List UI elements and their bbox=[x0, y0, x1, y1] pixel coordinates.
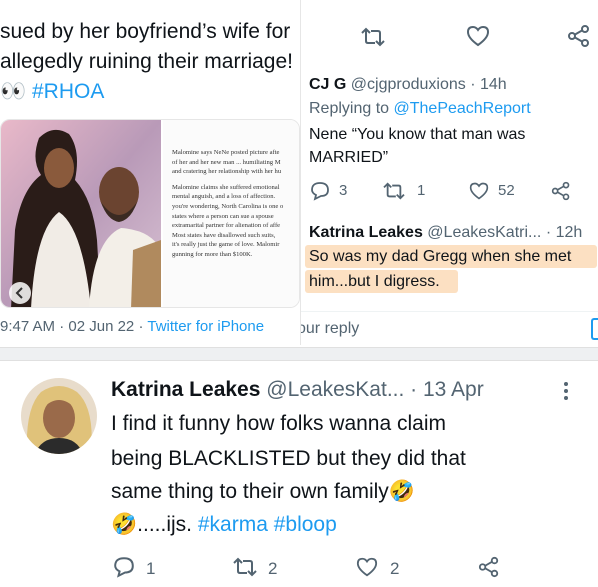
separator: · bbox=[59, 318, 65, 335]
retweet-icon[interactable] bbox=[383, 181, 405, 201]
like-count: 52 bbox=[498, 182, 515, 199]
tweet-text: .....ijs. bbox=[137, 513, 192, 536]
tweet-date[interactable]: 02 Jun 22 bbox=[68, 318, 134, 335]
eyes-emoji: 👀 bbox=[0, 80, 27, 103]
reply-header: Katrina Leakes @LeakesKatri... · 12h bbox=[309, 224, 582, 242]
reply-thread: CJ G @cjgproduxions · 14h Replying to @T… bbox=[300, 0, 598, 345]
tweet-text-line: I find it funny how folks wanna claim bbox=[111, 412, 446, 435]
author-name[interactable]: Katrina Leakes bbox=[111, 378, 260, 401]
tweet-text-line: same thing to their own family🤣 bbox=[111, 480, 415, 504]
article-excerpt: Malomine says NeNe posted picture afte o… bbox=[163, 120, 299, 307]
article-line: and cratering her relationship with her … bbox=[172, 168, 282, 176]
replying-to: Replying to @ThePeachReport bbox=[309, 100, 531, 118]
reply-icon[interactable] bbox=[310, 181, 330, 201]
article-line: it's really just the game of love. Malom… bbox=[172, 241, 280, 249]
article-line: mental anguish, and a loss of affection. bbox=[172, 193, 276, 201]
laughing-emoji: 🤣 bbox=[388, 480, 415, 503]
retweet-icon[interactable] bbox=[361, 26, 385, 48]
share-icon[interactable] bbox=[478, 556, 500, 578]
reply-icon[interactable] bbox=[113, 556, 135, 578]
retweet-count: 1 bbox=[417, 182, 426, 199]
tweet-text-line: 🤣.....ijs. #karma #bloop bbox=[111, 513, 337, 537]
separator: · bbox=[138, 318, 144, 335]
reply-text-line: So was my dad Gregg when she met bbox=[309, 248, 572, 265]
author-handle[interactable]: @LeakesKat... bbox=[266, 378, 404, 401]
reply-input-placeholder[interactable]: our reply bbox=[301, 320, 359, 338]
heart-icon[interactable] bbox=[466, 24, 490, 48]
tweet-text-line: 👀 #RHOA bbox=[0, 80, 104, 104]
article-line: states where a person can sue a spouse bbox=[172, 212, 274, 220]
author-name[interactable]: Katrina Leakes bbox=[309, 224, 423, 241]
reply-text-line: Nene “You know that man was bbox=[309, 126, 526, 143]
tweet-meta: 9:47 AM · 02 Jun 22 · Twitter for iPhone bbox=[0, 318, 264, 335]
article-line: Malomine says NeNe posted picture afte bbox=[172, 149, 280, 156]
reply-text-line: him...but I digress. bbox=[309, 273, 440, 290]
hashtag-link[interactable]: #bloop bbox=[274, 513, 337, 536]
article-line: Malomine claims she suffered emotional bbox=[172, 183, 280, 191]
reply-header: CJ G @cjgproduxions · 14h bbox=[309, 76, 507, 94]
article-paragraph: Malomine claims she suffered emotional m… bbox=[172, 183, 299, 260]
tweet-source-link[interactable]: Twitter for iPhone bbox=[147, 318, 264, 335]
hashtag-link[interactable]: #RHOA bbox=[32, 80, 104, 103]
author-handle[interactable]: @LeakesKatri... bbox=[427, 224, 541, 241]
reply-button-edge[interactable] bbox=[591, 318, 598, 340]
article-line: Most states have disallowed such suits, bbox=[172, 231, 276, 239]
article-line: of her and her new man ... humiliating M bbox=[172, 158, 281, 166]
retweet-icon[interactable] bbox=[232, 556, 258, 578]
screenshot-divider bbox=[0, 347, 598, 361]
mention-link[interactable]: @ThePeachReport bbox=[394, 100, 531, 117]
reply-time: · 12h bbox=[545, 224, 583, 241]
article-paragraph: Malomine says NeNe posted picture afte o… bbox=[172, 148, 299, 177]
tweet-time: · 13 Apr bbox=[410, 378, 484, 401]
reply-text-line: MARRIED” bbox=[309, 149, 389, 166]
left-tweet: sued by her boyfriend’s wife for alleged… bbox=[0, 0, 300, 345]
heart-icon[interactable] bbox=[469, 181, 489, 201]
share-icon[interactable] bbox=[551, 181, 571, 201]
tweet-time: 9:47 AM bbox=[0, 318, 56, 335]
tweet-header: Katrina Leakes @LeakesKat... · 13 Apr bbox=[111, 378, 484, 402]
reply-time: · 14h bbox=[470, 76, 507, 93]
tweet-text-line: being BLACKLISTED but they did that bbox=[111, 447, 466, 470]
laughing-emoji: 🤣 bbox=[111, 513, 138, 536]
author-handle[interactable]: @cjgproduxions bbox=[351, 76, 466, 93]
retweet-count: 2 bbox=[268, 559, 278, 578]
reply-count: 1 bbox=[146, 559, 156, 578]
heart-icon[interactable] bbox=[356, 556, 378, 578]
tweet-text-line: sued by her boyfriend’s wife for bbox=[0, 20, 291, 43]
article-line: you're wondering, North Carolina is one … bbox=[172, 202, 284, 210]
tweet-text: same thing to their own family bbox=[111, 480, 389, 503]
replying-label: Replying to bbox=[309, 100, 390, 117]
avatar[interactable] bbox=[21, 378, 97, 454]
reply-count: 3 bbox=[339, 182, 348, 199]
couple-photo bbox=[1, 120, 161, 307]
share-icon[interactable] bbox=[567, 24, 591, 48]
chevron-left-icon[interactable] bbox=[9, 282, 31, 304]
tweet-text-line: allegedly ruining their marriage! bbox=[0, 50, 293, 73]
more-icon[interactable] bbox=[563, 381, 569, 401]
like-count: 2 bbox=[390, 559, 400, 578]
tweet-media-image[interactable]: Malomine says NeNe posted picture afte o… bbox=[0, 119, 300, 308]
author-name[interactable]: CJ G bbox=[309, 76, 346, 93]
reply-composer[interactable]: our reply bbox=[301, 311, 598, 345]
hashtag-link[interactable]: #karma bbox=[198, 513, 268, 536]
article-line: gunning for more than $100K. bbox=[172, 250, 253, 258]
article-line: extramarital partner for alienation of a… bbox=[172, 222, 281, 230]
